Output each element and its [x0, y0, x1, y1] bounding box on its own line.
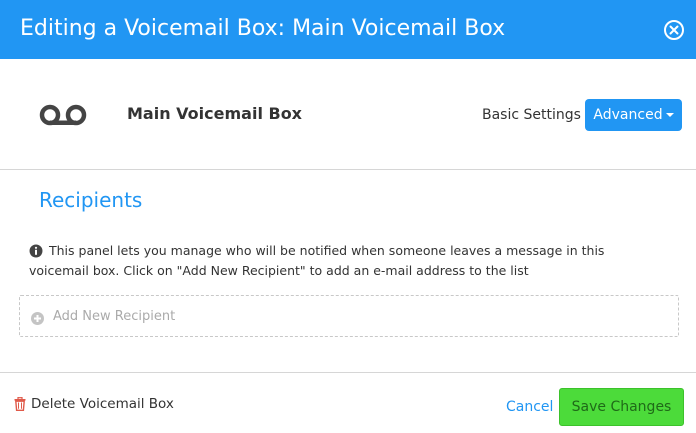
- basic-settings-tab[interactable]: Basic Settings: [482, 105, 581, 125]
- cancel-button[interactable]: Cancel: [506, 397, 553, 417]
- dialog-header: Editing a Voicemail Box: Main Voicemail …: [0, 0, 696, 59]
- recipients-heading: Recipients: [39, 188, 143, 212]
- divider: [0, 372, 696, 373]
- voicemail-icon: [38, 103, 88, 131]
- plus-circle-icon: [31, 310, 44, 329]
- trash-icon: [14, 396, 26, 415]
- advanced-dropdown-button[interactable]: Advanced: [585, 99, 682, 131]
- dialog-title: Editing a Voicemail Box: Main Voicemail …: [20, 16, 506, 41]
- advanced-label: Advanced: [593, 107, 663, 123]
- voicemail-box-row: Main Voicemail Box Basic Settings Advanc…: [0, 59, 696, 169]
- add-new-recipient-button[interactable]: Add New Recipient: [19, 295, 679, 337]
- divider: [0, 169, 696, 170]
- delete-voicemail-box-label: Delete Voicemail Box: [31, 396, 174, 412]
- close-icon[interactable]: [664, 20, 684, 40]
- save-changes-button[interactable]: Save Changes: [559, 388, 684, 426]
- info-text: This panel lets you manage who will be n…: [29, 243, 605, 278]
- caret-down-icon: [665, 113, 674, 117]
- voicemail-box-name: Main Voicemail Box: [127, 104, 302, 123]
- add-new-recipient-label: Add New Recipient: [53, 309, 176, 324]
